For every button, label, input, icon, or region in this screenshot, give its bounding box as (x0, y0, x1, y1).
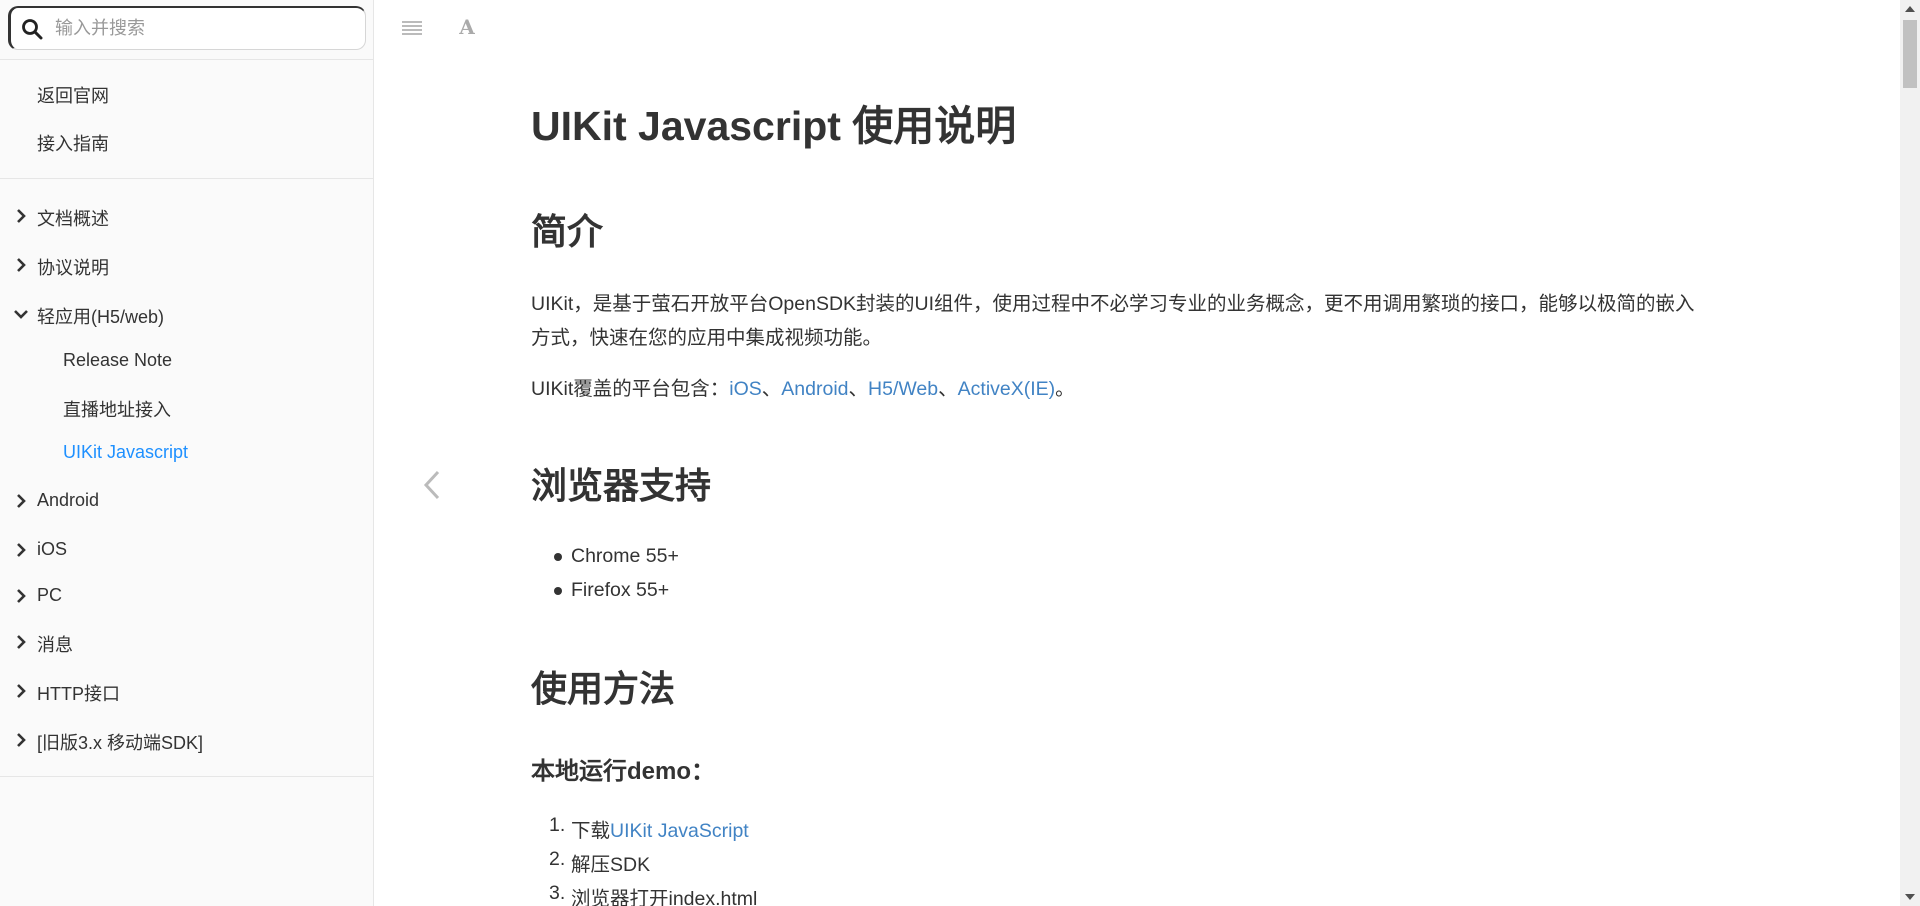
sidebar-item-pc[interactable]: PC (0, 571, 373, 617)
list-item: Chrome 55+ (571, 545, 679, 567)
bullet (554, 587, 562, 595)
scroll-down-arrow-icon[interactable] (1905, 894, 1915, 900)
font-settings-icon[interactable]: A (455, 14, 479, 40)
link-uikit-javascript[interactable]: UIKit JavaScript (610, 820, 749, 842)
sidebar-top-links: 返回官网 接入指南 (0, 60, 373, 179)
sidebar-item-label: Android (37, 490, 100, 510)
scrollbar-thumb[interactable] (1903, 20, 1917, 88)
chevron-right-icon (17, 543, 26, 557)
sidebar-item-ios[interactable]: iOS (0, 525, 373, 571)
sidebar-item-label: 直播地址接入 (63, 400, 171, 420)
chevron-right-icon (17, 733, 26, 747)
chevron-right-icon (17, 494, 26, 508)
sidebar-item-http-api[interactable]: HTTP接口 (0, 666, 373, 715)
link-activex[interactable]: ActiveX(IE) (958, 378, 1056, 400)
sidebar-nav: 文档概述 协议说明 轻应用(H5/web) Release Note 直播地址接… (0, 179, 373, 777)
platforms-suffix: 。 (1055, 378, 1075, 400)
separator: 、 (848, 378, 869, 400)
list-item: 下载UIKit JavaScript (571, 814, 749, 843)
sidebar-item-legacy-sdk[interactable]: [旧版3.x 移动端SDK] (0, 715, 373, 764)
sidebar-item-release-note[interactable]: Release Note (0, 338, 373, 384)
sidebar-item-label: iOS (37, 539, 68, 559)
list-number: 1. (549, 814, 566, 836)
chevron-right-icon (17, 209, 26, 223)
sidebar-item-label: [旧版3.x 移动端SDK] (37, 733, 204, 753)
link-ios[interactable]: iOS (729, 378, 762, 400)
section-heading-browsers: 浏览器支持 (531, 465, 712, 506)
chevron-right-icon (17, 589, 26, 603)
platforms-prefix: UIKit覆盖的平台包含： (531, 378, 730, 400)
step-text: 下载 (571, 820, 611, 842)
sidebar-item-label: PC (37, 585, 63, 605)
intro-paragraph-line-2: 方式，快速在您的应用中集成视频功能。 (531, 327, 883, 349)
sidebar-item-label: 文档概述 (37, 209, 109, 229)
sidebar-item-label: 协议说明 (37, 258, 109, 278)
chevron-right-icon (17, 258, 26, 272)
sidebar-item-access-guide[interactable]: 接入指南 (0, 118, 373, 166)
sidebar-item-label: 返回官网 (37, 86, 109, 106)
sidebar-item-doc-overview[interactable]: 文档概述 (0, 191, 373, 240)
section-heading-usage: 使用方法 (531, 668, 676, 709)
sidebar-item-light-app[interactable]: 轻应用(H5/web) (0, 289, 373, 338)
section-heading-intro: 简介 (531, 211, 604, 252)
sidebar-item-label: 消息 (37, 635, 73, 655)
main-content: UIKit Javascript 使用说明 简介 UIKit，是基于萤石开放平台… (531, 0, 1741, 906)
separator: 、 (938, 378, 958, 400)
sidebar-item-label: Release Note (63, 350, 173, 370)
sidebar-item-label: 轻应用(H5/web) (37, 307, 165, 327)
bullet (554, 553, 562, 561)
list-number: 3. (549, 882, 566, 904)
separator: 、 (761, 378, 782, 400)
sidebar-item-messages[interactable]: 消息 (0, 617, 373, 666)
sidebar-item-back-home[interactable]: 返回官网 (0, 70, 373, 118)
sidebar-item-live-address[interactable]: 直播地址接入 (0, 384, 373, 430)
sidebar-item-uikit-javascript[interactable]: UIKit Javascript (0, 430, 373, 476)
scrollbar[interactable] (1900, 0, 1920, 906)
sidebar-item-android[interactable]: Android (0, 476, 373, 525)
search-input[interactable] (55, 8, 355, 48)
subheading-local-demo: 本地运行demo： (531, 758, 716, 785)
sidebar: 返回官网 接入指南 文档概述 协议说明 轻应用(H5/web) Release … (0, 0, 374, 906)
page-title: UIKit Javascript 使用说明 (531, 103, 1017, 149)
platforms-paragraph: UIKit覆盖的平台包含：iOS、Android、H5/Web、ActiveX(… (531, 372, 1075, 406)
hamburger-icon[interactable] (402, 19, 424, 37)
search-bar (0, 0, 373, 60)
chevron-right-icon (17, 684, 26, 698)
link-android[interactable]: Android (781, 378, 848, 400)
list-item: 浏览器打开index.html (571, 888, 758, 906)
search-icon (22, 19, 43, 40)
scroll-up-arrow-icon[interactable] (1905, 6, 1915, 12)
sidebar-item-protocol[interactable]: 协议说明 (0, 240, 373, 289)
search-box[interactable] (8, 6, 366, 50)
link-h5-web[interactable]: H5/Web (868, 378, 938, 400)
list-item: Firefox 55+ (571, 579, 670, 601)
chevron-down-icon (14, 310, 28, 319)
list-number: 2. (549, 848, 566, 870)
list-item: 解压SDK (571, 854, 651, 876)
chevron-right-icon (17, 635, 26, 649)
intro-paragraph-line-1: UIKit，是基于萤石开放平台OpenSDK封装的UI组件，使用过程中不必学习专… (531, 293, 1695, 315)
sidebar-item-label: UIKit Javascript (63, 442, 189, 462)
chevron-left-icon[interactable] (418, 466, 446, 504)
sidebar-item-label: HTTP接口 (37, 684, 120, 704)
sidebar-item-label: 接入指南 (37, 134, 109, 154)
